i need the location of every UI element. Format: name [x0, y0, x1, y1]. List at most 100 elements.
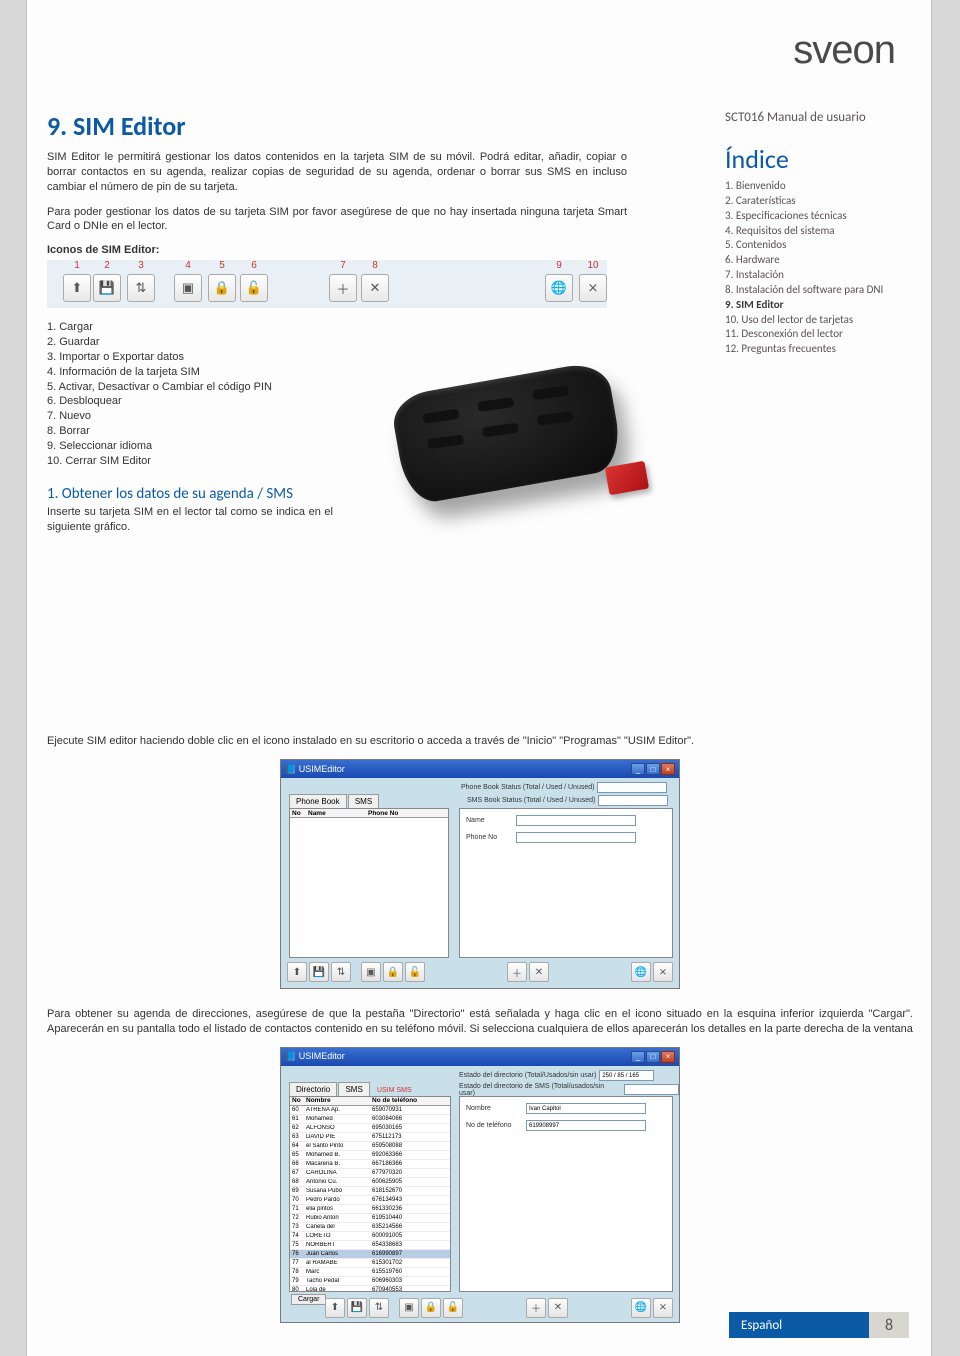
table-row[interactable]: 71elia pintos661330236 — [290, 1205, 450, 1214]
language-icon[interactable]: 🌐 — [631, 962, 651, 982]
tab-phonebook[interactable]: Phone Book — [289, 794, 347, 808]
phone-input[interactable]: 619908997 — [526, 1120, 646, 1131]
pin-icon[interactable]: 🔒 — [421, 1298, 441, 1318]
status-value: 250 / 85 / 165 — [599, 1070, 654, 1081]
load-icon[interactable]: ⬆ — [325, 1298, 345, 1318]
table-row[interactable]: 79Tacho Pedal606960303 — [290, 1277, 450, 1286]
table-row[interactable]: 64el Santo Pinto659508088 — [290, 1142, 450, 1151]
table-row[interactable]: 78Marc615519760 — [290, 1268, 450, 1277]
import-export-icon[interactable]: ⇅ — [331, 962, 351, 982]
toc-item-current[interactable]: 9. SIM Editor — [725, 298, 905, 313]
new-icon: ＋ — [329, 274, 357, 302]
phone-label: Phone No — [466, 834, 510, 841]
import-export-icon[interactable]: ⇅ — [369, 1298, 389, 1318]
list-item: 3. Importar o Exportar datos — [47, 350, 687, 365]
language-icon[interactable]: 🌐 — [631, 1298, 651, 1318]
table-row[interactable]: 75NORBERT654338683 — [290, 1241, 450, 1250]
table-row[interactable]: 60ATRENA Ap.659070931 — [290, 1106, 450, 1115]
toolbar-num: 2 — [104, 260, 110, 271]
toolbar-num: 8 — [372, 260, 378, 271]
save-icon[interactable]: 💾 — [309, 962, 329, 982]
list-item: 1. Cargar — [47, 320, 687, 335]
toc-item[interactable]: 3. Especificaciones técnicas — [725, 209, 905, 224]
toc-item[interactable]: 1. Bienvenido — [725, 179, 905, 194]
unlock-icon[interactable]: 🔓 — [443, 1298, 463, 1318]
name-label: Name — [466, 817, 510, 824]
tab-sms[interactable]: SMS — [348, 794, 379, 808]
toc-item[interactable]: 7. Instalación — [725, 268, 905, 283]
maximize-icon[interactable]: □ — [646, 1051, 660, 1063]
save-icon[interactable]: 💾 — [347, 1298, 367, 1318]
minimize-icon[interactable]: _ — [631, 763, 645, 775]
import-export-icon: ⇅ — [127, 274, 155, 302]
usim-editor-window-populated: 📘 USIMEditor _ □ × Directorio SMS USIM S… — [280, 1047, 680, 1323]
table-row[interactable]: 61Mohamed603084066 — [290, 1115, 450, 1124]
unlock-icon[interactable]: 🔓 — [405, 962, 425, 982]
footer-language: Español — [729, 1312, 869, 1338]
table-row[interactable]: 62ALFONSO695030165 — [290, 1124, 450, 1133]
toolbar-num: 5 — [219, 260, 225, 271]
phone-label: No de teléfono — [466, 1122, 522, 1129]
brand-logo: sveon — [793, 28, 895, 73]
table-of-contents: 1. Bienvenido 2. Caraterísticas 3. Espec… — [725, 179, 905, 357]
intro-paragraph-2: Para poder gestionar los datos de su tar… — [47, 205, 627, 235]
close-icon[interactable]: × — [661, 1051, 675, 1063]
sim-info-icon[interactable]: ▣ — [361, 962, 381, 982]
minimize-icon[interactable]: _ — [631, 1051, 645, 1063]
toc-item[interactable]: 11. Desconexión del lector — [725, 327, 905, 342]
delete-icon[interactable]: ✕ — [529, 962, 549, 982]
table-row[interactable]: 66Macarena B.667186366 — [290, 1160, 450, 1169]
sim-info-icon[interactable]: ▣ — [399, 1298, 419, 1318]
table-row[interactable]: 68Antonio Cu.600625905 — [290, 1178, 450, 1187]
table-row[interactable]: 70Pedro Pardo676134943 — [290, 1196, 450, 1205]
pin-icon: 🔒 — [208, 274, 236, 302]
close-icon[interactable]: ⨯ — [653, 962, 673, 982]
name-input[interactable] — [516, 815, 636, 826]
main-content: 9. SIM Editor SIM Editor le permitirá ge… — [47, 110, 687, 1341]
table-row[interactable]: 67CAROLINA677970320 — [290, 1169, 450, 1178]
name-input[interactable]: Ivan Capitol — [526, 1103, 646, 1114]
table-row[interactable]: 65Mohamed B.692063366 — [290, 1151, 450, 1160]
section-title: 9. SIM Editor — [47, 110, 687, 142]
toc-item[interactable]: 4. Requisitos del sistema — [725, 224, 905, 239]
table-row[interactable]: 74LORETO600091005 — [290, 1232, 450, 1241]
toolbar-num: 9 — [556, 260, 562, 271]
toolbar-num: 10 — [587, 260, 598, 271]
table-row[interactable]: 69Susana Pubo618152670 — [290, 1187, 450, 1196]
delete-icon: ✕ — [361, 274, 389, 302]
tab-directorio[interactable]: Directorio — [289, 1082, 337, 1096]
toc-item[interactable]: 6. Hardware — [725, 253, 905, 268]
col-name: Name — [308, 810, 368, 817]
pin-icon[interactable]: 🔒 — [383, 962, 403, 982]
status-value — [598, 795, 668, 806]
window-title: 📘 USIMEditor — [285, 1051, 345, 1062]
toolbar-num: 7 — [340, 260, 346, 271]
language-icon: 🌐 — [545, 274, 573, 302]
footer-page-number: 8 — [869, 1312, 909, 1338]
col-phone: Phone No — [368, 810, 448, 817]
phone-input[interactable] — [516, 832, 636, 843]
tab-sms[interactable]: SMS — [338, 1082, 369, 1096]
load-icon[interactable]: ⬆ — [287, 962, 307, 982]
table-row[interactable]: 73Canela del635214566 — [290, 1223, 450, 1232]
toolbar-num: 4 — [185, 260, 191, 271]
unlock-icon: 🔓 — [240, 274, 268, 302]
new-icon[interactable]: ＋ — [526, 1298, 546, 1318]
toc-item[interactable]: 10. Uso del lector de tarjetas — [725, 313, 905, 328]
table-row[interactable]: 76Juan Carlos616990897 — [290, 1250, 450, 1259]
close-icon[interactable]: × — [661, 763, 675, 775]
toc-item[interactable]: 5. Contenidos — [725, 238, 905, 253]
new-icon[interactable]: ＋ — [507, 962, 527, 982]
table-row[interactable]: 63DAVID PIE675112173 — [290, 1133, 450, 1142]
table-row[interactable]: 72Rubio Anton619510440 — [290, 1214, 450, 1223]
maximize-icon[interactable]: □ — [646, 763, 660, 775]
toc-item[interactable]: 2. Caraterísticas — [725, 194, 905, 209]
close-icon[interactable]: ⨯ — [653, 1298, 673, 1318]
app-toolbar: ⬆ 💾 ⇅ ▣ 🔒 🔓 ＋ ✕ 🌐 ⨯ — [287, 960, 673, 984]
toc-item[interactable]: 8. Instalación del software para DNI — [725, 283, 905, 298]
list-item: 2. Guardar — [47, 335, 687, 350]
toc-item[interactable]: 12. Preguntas frecuentes — [725, 342, 905, 357]
table-row[interactable]: 77al RAMABE615301702 — [290, 1259, 450, 1268]
delete-icon[interactable]: ✕ — [548, 1298, 568, 1318]
table-row[interactable]: 80Lola de670940553 — [290, 1286, 450, 1292]
